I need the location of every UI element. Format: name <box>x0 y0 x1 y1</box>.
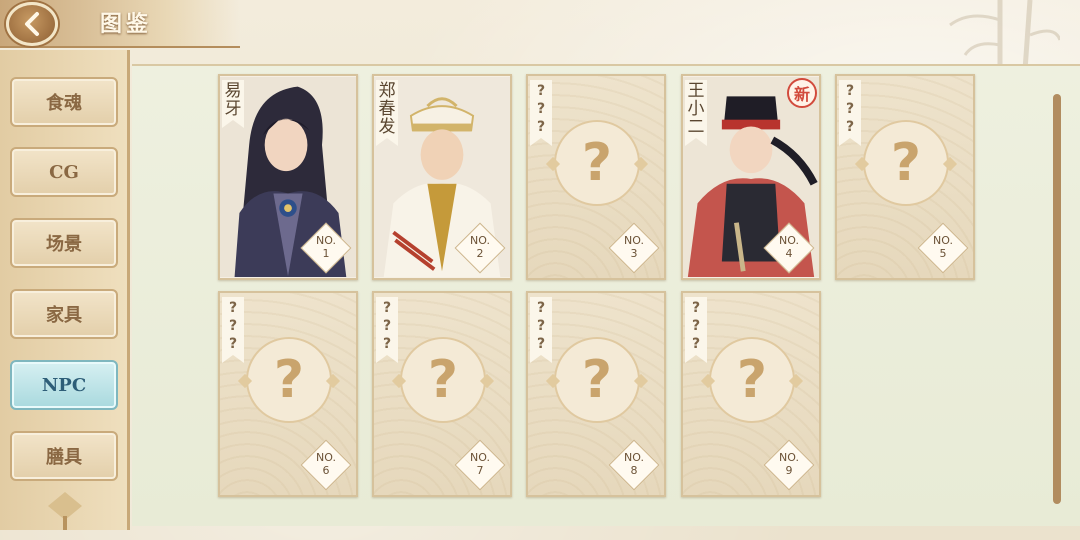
npc-card-2[interactable]: 郑春发 NO. 2 <box>372 74 512 280</box>
npc-name: ??? <box>839 80 861 146</box>
npc-name: ??? <box>530 297 552 363</box>
npc-name: ??? <box>530 80 552 146</box>
new-badge-icon: 新 <box>787 78 817 108</box>
number-badge: NO. 4 <box>763 222 815 274</box>
npc-name: ??? <box>222 297 244 363</box>
bamboo-decoration <box>949 0 1060 70</box>
number-label: NO. <box>470 234 490 247</box>
sidebar-item-label: 膳具 <box>46 447 82 468</box>
number-badge: NO. 3 <box>608 222 660 274</box>
question-mark-icon: ? <box>736 350 768 410</box>
number-label: NO. <box>933 234 953 247</box>
sidebar-item-label: 家具 <box>46 305 82 326</box>
npc-card-1[interactable]: 易牙 NO. 1 <box>218 74 358 280</box>
number-value: 8 <box>630 464 638 477</box>
npc-name: ??? <box>685 297 707 363</box>
sidebar: 食魂 CG 场景 家具 NPC 膳具 <box>0 50 130 530</box>
npc-card-3-locked[interactable]: ? ??? NO. 3 <box>526 74 666 280</box>
npc-card-9-locked[interactable]: ? ??? NO. 9 <box>681 291 821 497</box>
sidebar-item-scene[interactable]: 场景 <box>10 218 118 268</box>
number-value: 1 <box>322 247 330 260</box>
number-badge: NO. 5 <box>917 222 969 274</box>
number-value: 2 <box>476 247 484 260</box>
number-label: NO. <box>316 234 336 247</box>
number-label: NO. <box>779 451 799 464</box>
number-value: 4 <box>785 247 793 260</box>
number-value: 5 <box>939 247 947 260</box>
chevron-left-icon <box>25 12 39 36</box>
npc-name: ??? <box>376 297 398 363</box>
number-badge: NO. 8 <box>608 439 660 491</box>
back-button[interactable] <box>6 2 58 46</box>
number-value: 7 <box>476 464 484 477</box>
sidebar-item-cg[interactable]: CG <box>10 147 118 197</box>
npc-card-5-locked[interactable]: ? ??? NO. 5 <box>835 74 975 280</box>
npc-name: 郑春发 <box>376 80 398 146</box>
locked-circle: ? <box>554 337 640 423</box>
question-mark-icon: ? <box>427 350 459 410</box>
number-badge: NO. 1 <box>300 222 352 274</box>
question-mark-icon: ? <box>273 350 305 410</box>
sidebar-item-furniture[interactable]: 家具 <box>10 289 118 339</box>
number-label: NO. <box>624 234 644 247</box>
number-value: 9 <box>785 464 793 477</box>
sidebar-item-npc[interactable]: NPC <box>10 360 118 410</box>
locked-circle: ? <box>709 337 795 423</box>
npc-card-7-locked[interactable]: ? ??? NO. 7 <box>372 291 512 497</box>
number-badge: NO. 2 <box>454 222 506 274</box>
number-value: 3 <box>630 247 638 260</box>
locked-circle: ? <box>400 337 486 423</box>
npc-name: 王小二 <box>685 80 707 146</box>
scrollbar[interactable] <box>1053 94 1061 504</box>
locked-circle: ? <box>246 337 332 423</box>
npc-card-4[interactable]: 王小二 新 NO. 4 <box>681 74 821 280</box>
number-label: NO. <box>779 234 799 247</box>
number-badge: NO. 6 <box>300 439 352 491</box>
number-label: NO. <box>624 451 644 464</box>
sidebar-item-label: CG <box>49 161 79 183</box>
number-badge: NO. 7 <box>454 439 506 491</box>
number-value: 6 <box>322 464 330 477</box>
sidebar-item-label: NPC <box>41 374 87 396</box>
number-label: NO. <box>316 451 336 464</box>
locked-circle: ? <box>863 120 949 206</box>
number-badge: NO. 9 <box>763 439 815 491</box>
question-mark-icon: ? <box>581 133 613 193</box>
npc-card-6-locked[interactable]: ? ??? NO. 6 <box>218 291 358 497</box>
locked-circle: ? <box>554 120 640 206</box>
number-label: NO. <box>470 451 490 464</box>
question-mark-icon: ? <box>890 133 922 193</box>
question-mark-icon: ? <box>581 350 613 410</box>
top-bar: 图鉴 <box>0 0 240 48</box>
npc-card-8-locked[interactable]: ? ??? NO. 8 <box>526 291 666 497</box>
sidebar-item-label: 食魂 <box>46 93 82 114</box>
sidebar-item-label: 场景 <box>46 234 82 255</box>
sidebar-item-food-soul[interactable]: 食魂 <box>10 77 118 127</box>
page-title: 图鉴 <box>100 11 153 37</box>
sidebar-item-tableware[interactable]: 膳具 <box>10 431 118 481</box>
tassel-decoration <box>48 492 82 530</box>
